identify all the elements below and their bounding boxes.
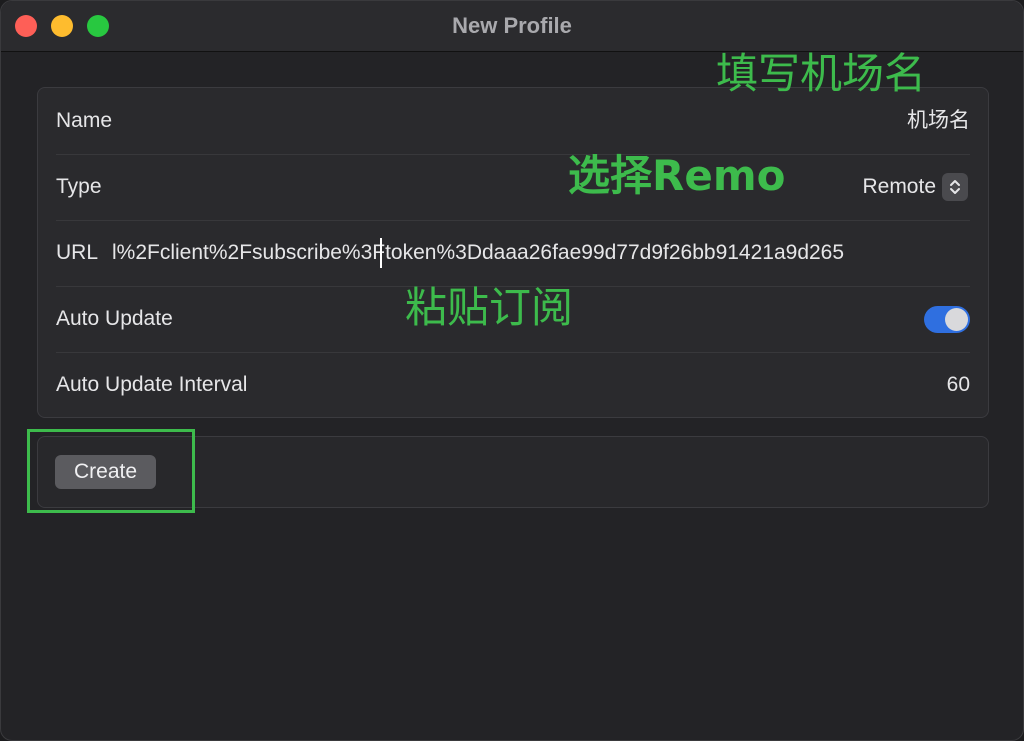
url-label: URL [56,241,99,264]
auto-update-interval-input[interactable]: 60 [947,352,970,418]
type-row: Type Remote [56,154,970,221]
type-popup-value: Remote [862,175,936,198]
annotation-name-hint: 填写机场名 [716,49,927,98]
chevron-up-down-icon [942,173,968,201]
type-popup-button[interactable]: Remote [830,154,970,220]
annotation-type-hint: 选择Remo [568,151,786,200]
create-button-highlight [27,429,195,513]
text-caret [380,238,382,268]
auto-update-interval-label: Auto Update Interval [56,373,248,396]
auto-update-label: Auto Update [56,307,173,330]
auto-update-toggle[interactable] [924,306,970,333]
profile-form: Name 机场名 Type Remote URL l%2Fclient%2Fsu… [37,87,989,418]
new-profile-window: New Profile Name 机场名 Type Remote URL l%2… [0,0,1024,741]
annotation-url-hint: 粘贴订阅 [405,283,574,332]
auto-update-interval-row: Auto Update Interval 60 [56,352,970,418]
type-label: Type [56,175,102,198]
name-label: Name [56,109,113,132]
toggle-knob [945,308,968,331]
url-input-text: l%2Fclient%2Fsubscribe%3Ftoken%3Ddaaa26f… [112,241,845,264]
